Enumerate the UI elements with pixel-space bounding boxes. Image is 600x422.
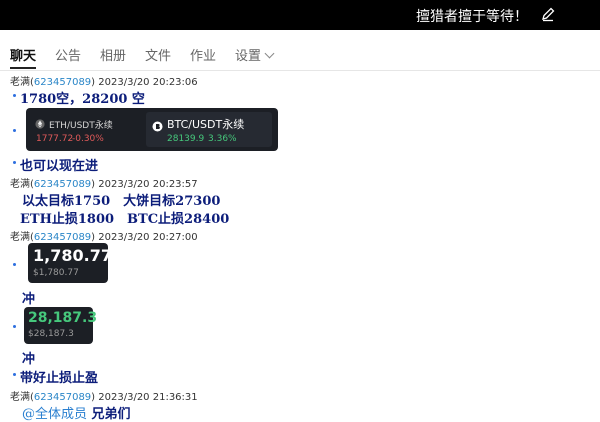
- bullet-dot: [13, 94, 16, 97]
- btc-logo-icon: [152, 121, 163, 132]
- message-text: @全体成员 兄弟们: [22, 403, 131, 422]
- active-tab-indicator: [10, 67, 36, 69]
- price-value: 1,780.77: [33, 246, 112, 265]
- mention-all[interactable]: @全体成员: [22, 407, 87, 422]
- bullet-dot: [13, 373, 16, 376]
- ticker-pair-card[interactable]: ETH/USDT永续 1777.72 -0.30% BTC/USDT永续 281…: [26, 108, 278, 151]
- tab-settings-label: 设置: [235, 49, 262, 64]
- sender-id[interactable]: 623457089: [34, 232, 91, 243]
- sender-name: 老满: [10, 232, 30, 243]
- edit-icon[interactable]: [540, 6, 556, 22]
- eth-change: -0.30%: [72, 134, 104, 144]
- message-text: ETH止损1800 BTC止损28400: [20, 212, 230, 227]
- tab-settings[interactable]: 设置: [235, 45, 275, 64]
- eth-label: ETH/USDT永续: [49, 121, 113, 131]
- message-text: 冲: [22, 352, 36, 367]
- tab-chat[interactable]: 聊天: [10, 45, 36, 64]
- message-header: 老满(623457089) 2023/3/20 21:36:31: [10, 392, 198, 403]
- message-text-part: 兄弟们: [91, 407, 131, 422]
- sender-name: 老满: [10, 392, 30, 403]
- bullet-dot: [13, 129, 16, 132]
- price-usd: $28,187.3: [28, 329, 74, 339]
- message-time: 2023/3/20 20:27:00: [98, 232, 198, 243]
- btc-price: 28139.9: [167, 134, 205, 144]
- message-time: 2023/3/20 21:36:31: [98, 392, 198, 403]
- tab-album[interactable]: 相册: [100, 45, 126, 64]
- message-text: 1780空，28200 空: [20, 92, 145, 107]
- price-usd: $1,780.77: [33, 268, 79, 278]
- group-title: 擅猎者擅于等待！: [416, 9, 528, 25]
- btc-change: 3.36%: [208, 134, 237, 144]
- sender-id[interactable]: 623457089: [34, 392, 91, 403]
- sender-id[interactable]: 623457089: [34, 77, 91, 88]
- tab-files[interactable]: 文件: [145, 45, 171, 64]
- message-header: 老满(623457089) 2023/3/20 20:23:57: [10, 179, 198, 190]
- eth-logo-icon: [35, 119, 45, 129]
- eth-price: 1777.72: [36, 134, 74, 144]
- price-card[interactable]: 28,187.3 $28,187.3: [24, 307, 97, 344]
- message-text: 冲: [22, 292, 36, 307]
- tab-announcement[interactable]: 公告: [55, 45, 81, 64]
- tab-bar: 聊天 公告 相册 文件 作业 设置: [0, 30, 600, 71]
- sender-id[interactable]: 623457089: [34, 179, 91, 190]
- message-text: 也可以现在进: [20, 159, 99, 174]
- message-text: 带好止损止盈: [20, 371, 99, 386]
- btc-label: BTC/USDT永续: [167, 118, 245, 131]
- sender-name: 老满: [10, 77, 30, 88]
- message-time: 2023/3/20 20:23:06: [98, 77, 198, 88]
- bullet-dot: [13, 161, 16, 164]
- message-header: 老满(623457089) 2023/3/20 20:23:06: [10, 77, 198, 88]
- message-time: 2023/3/20 20:23:57: [98, 179, 198, 190]
- btc-ticker-panel: BTC/USDT永续 28139.9 3.36%: [146, 112, 272, 147]
- message-text: 以太目标1750 大饼目标27300: [22, 194, 221, 209]
- price-card[interactable]: 1,780.77 $1,780.77: [28, 243, 112, 283]
- bullet-dot: [13, 325, 16, 328]
- chevron-down-icon: [264, 48, 275, 59]
- title-bar: 擅猎者擅于等待！: [0, 0, 600, 30]
- sender-name: 老满: [10, 179, 30, 190]
- message-header: 老满(623457089) 2023/3/20 20:27:00: [10, 232, 198, 243]
- bullet-dot: [13, 263, 16, 266]
- price-value: 28,187.3: [28, 310, 98, 326]
- tab-homework[interactable]: 作业: [190, 45, 216, 64]
